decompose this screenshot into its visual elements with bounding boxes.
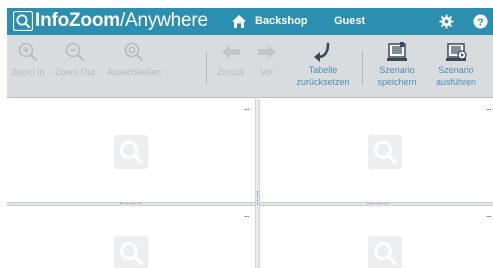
run-scenario-label-2: ausführen xyxy=(435,77,477,87)
zoom-in-icon xyxy=(18,42,37,61)
pane-menu-button[interactable]: ... xyxy=(486,210,491,219)
workspace: ... ... ... ... xyxy=(7,99,493,268)
view-pane[interactable]: ... xyxy=(260,206,493,268)
arrow-right-icon xyxy=(258,45,276,59)
pane-menu-button[interactable]: ... xyxy=(244,210,249,219)
forward-button[interactable]: Vor xyxy=(254,35,280,98)
exclude-button[interactable]: Ausschließen xyxy=(103,35,165,98)
logo-search-icon xyxy=(13,11,33,31)
save-scenario-label-2: speichern xyxy=(377,77,417,87)
forward-label: Vor xyxy=(260,67,274,77)
view-pane[interactable]: ... xyxy=(7,206,255,268)
placeholder-search-icon xyxy=(368,236,402,268)
splitter-grip xyxy=(367,203,389,205)
reset-table-icon xyxy=(314,42,330,62)
zoom-out-icon xyxy=(65,42,84,61)
vertical-splitter[interactable] xyxy=(255,99,260,268)
splitter-grip xyxy=(120,203,142,205)
zoom-out-button[interactable]: Zoom Out xyxy=(51,35,99,98)
save-scenario-icon xyxy=(387,42,407,61)
home-icon[interactable] xyxy=(231,14,247,29)
placeholder-search-icon xyxy=(114,135,148,169)
pane-menu-button[interactable]: ... xyxy=(244,103,249,112)
zoom-out-label: Zoom Out xyxy=(54,67,95,77)
save-scenario-button[interactable]: Szenario speichern xyxy=(373,35,421,98)
arrow-left-icon xyxy=(222,45,240,59)
view-pane[interactable]: ... xyxy=(260,99,493,202)
gear-icon[interactable] xyxy=(439,14,454,29)
view-pane[interactable]: ... xyxy=(7,99,255,202)
pane-menu-button[interactable]: ... xyxy=(486,103,491,112)
app-header: InfoZoom/Anywhere Backshop Guest ? xyxy=(7,8,493,35)
reset-table-button[interactable]: Tabelle zurücksetzen xyxy=(295,35,351,98)
user-label[interactable]: Guest xyxy=(334,15,365,28)
placeholder-search-icon xyxy=(368,135,402,169)
toolbar: Zoom In Zoom Out Ausschließen Zurück Vor xyxy=(7,35,493,98)
location-label[interactable]: Backshop xyxy=(255,15,308,28)
help-icon[interactable]: ? xyxy=(473,14,488,29)
back-label: Zurück xyxy=(217,67,245,77)
run-scenario-button[interactable]: Szenario ausführen xyxy=(433,35,479,98)
horizontal-splitter[interactable] xyxy=(7,202,493,206)
app-title-light: /Anywhere xyxy=(119,10,208,31)
svg-text:?: ? xyxy=(477,17,483,28)
run-scenario-label-1: Szenario xyxy=(438,65,474,75)
app-title: InfoZoom/Anywhere xyxy=(35,9,208,33)
reset-table-label-2: zurücksetzen xyxy=(296,77,350,87)
app-title-bold: InfoZoom xyxy=(35,10,120,31)
exclude-label: Ausschließen xyxy=(106,67,162,77)
save-scenario-label-1: Szenario xyxy=(379,65,415,75)
zoom-in-label: Zoom In xyxy=(11,67,45,77)
exclude-icon xyxy=(124,42,143,61)
placeholder-search-icon xyxy=(114,236,148,268)
back-button[interactable]: Zurück xyxy=(213,35,249,98)
toolbar-divider xyxy=(206,51,207,85)
run-scenario-icon xyxy=(446,43,467,61)
zoom-in-button[interactable]: Zoom In xyxy=(11,35,45,98)
reset-table-label-1: Tabelle xyxy=(308,65,338,75)
splitter-grip xyxy=(257,191,258,205)
toolbar-divider xyxy=(362,51,363,85)
